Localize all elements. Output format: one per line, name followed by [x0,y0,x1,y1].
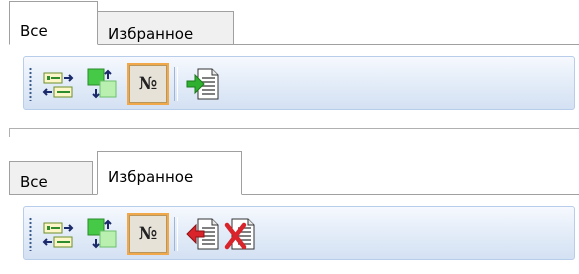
tab-favorites-label: Избранное [108,168,194,186]
toolbar-separator [174,67,178,101]
swap-fields-icon [42,222,74,248]
delete-document-icon [224,218,255,250]
tab-all-label: Все [20,173,48,191]
numbering-icon: № [129,215,167,253]
tab-all-label: Все [20,22,48,40]
tab-all[interactable]: Все [9,1,98,45]
toolbar-grip[interactable] [29,67,32,101]
tab-all[interactable]: Все [9,161,93,195]
numbering-button[interactable]: № [127,213,169,255]
panel-favorites-tab-active: Все Избранное № [0,150,579,274]
tab-favorites-label: Избранное [108,25,194,43]
content-area-border [9,128,579,137]
tab-strip: Все Избранное [9,150,579,195]
delete-document-button[interactable] [220,213,262,255]
toolbar: № [23,56,575,110]
swap-blocks-button[interactable] [82,213,124,255]
add-to-favorites-button[interactable] [182,63,224,105]
remove-from-favorites-button[interactable] [182,213,224,255]
tab-favorites[interactable]: Избранное [97,11,234,45]
remove-from-favorites-icon [186,218,219,250]
swap-blocks-icon [87,218,117,249]
tab-strip: Все Избранное [9,0,579,45]
swap-blocks-icon [87,68,117,99]
swap-fields-button[interactable] [38,213,80,255]
tab-favorites[interactable]: Избранное [97,151,242,195]
numbering-button[interactable]: № [127,63,169,105]
add-to-favorites-icon [186,68,219,100]
toolbar-separator [174,217,178,251]
swap-blocks-button[interactable] [82,63,124,105]
toolbar: № [23,206,575,260]
toolbar-grip[interactable] [29,217,32,251]
panel-all-tab-active: Все Избранное № [0,0,579,138]
swap-fields-icon [42,72,74,98]
swap-fields-button[interactable] [38,63,80,105]
numbering-icon: № [129,65,167,103]
